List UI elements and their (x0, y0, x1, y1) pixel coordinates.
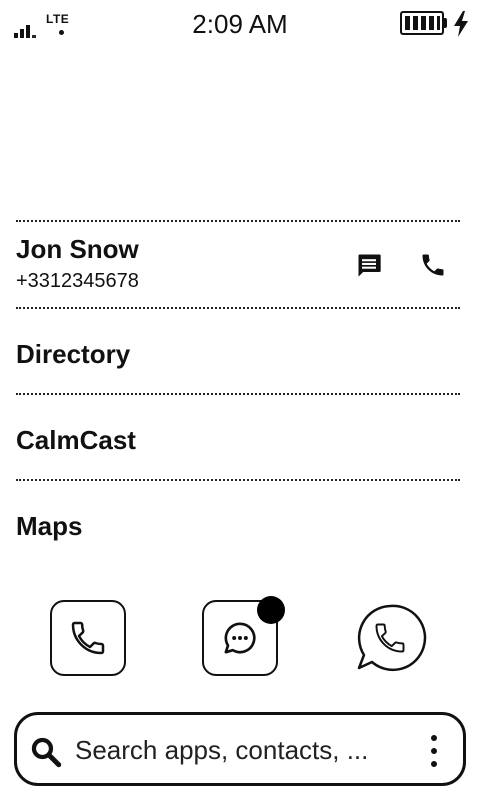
lightning-bolt-icon (454, 11, 468, 37)
contact-name: Jon Snow (16, 234, 139, 264)
messages-app-icon (224, 622, 256, 654)
list-item-label: Maps (16, 511, 83, 541)
list-item-maps[interactable]: Maps (16, 479, 460, 565)
message-button[interactable] (352, 248, 386, 282)
launcher-list: Jon Snow +3312345678 Directory CalmCast … (16, 220, 460, 565)
list-item-directory[interactable]: Directory (16, 307, 460, 393)
status-bar: LTE 2:09 AM (0, 0, 480, 48)
search-input[interactable]: Search apps, contacts, ... (75, 735, 368, 766)
contact-phone-number: +3312345678 (16, 270, 139, 292)
notification-badge (257, 596, 285, 624)
messages-app-button[interactable] (202, 596, 285, 676)
more-vertical-icon[interactable] (421, 733, 447, 769)
phone-app-icon (71, 621, 105, 655)
list-item-label: CalmCast (16, 425, 136, 455)
whatsapp-icon (357, 604, 427, 672)
call-button[interactable] (416, 248, 450, 282)
contact-row[interactable]: Jon Snow +3312345678 (16, 220, 460, 307)
search-icon (31, 737, 62, 768)
phone-app-button[interactable] (50, 600, 126, 676)
search-bar[interactable]: Search apps, contacts, ... (14, 712, 466, 786)
list-item-calmcast[interactable]: CalmCast (16, 393, 460, 479)
message-icon (358, 254, 381, 277)
phone-icon (422, 254, 444, 276)
battery-full-icon (400, 11, 447, 35)
whatsapp-app-button[interactable] (352, 600, 428, 676)
list-item-label: Directory (16, 339, 131, 369)
